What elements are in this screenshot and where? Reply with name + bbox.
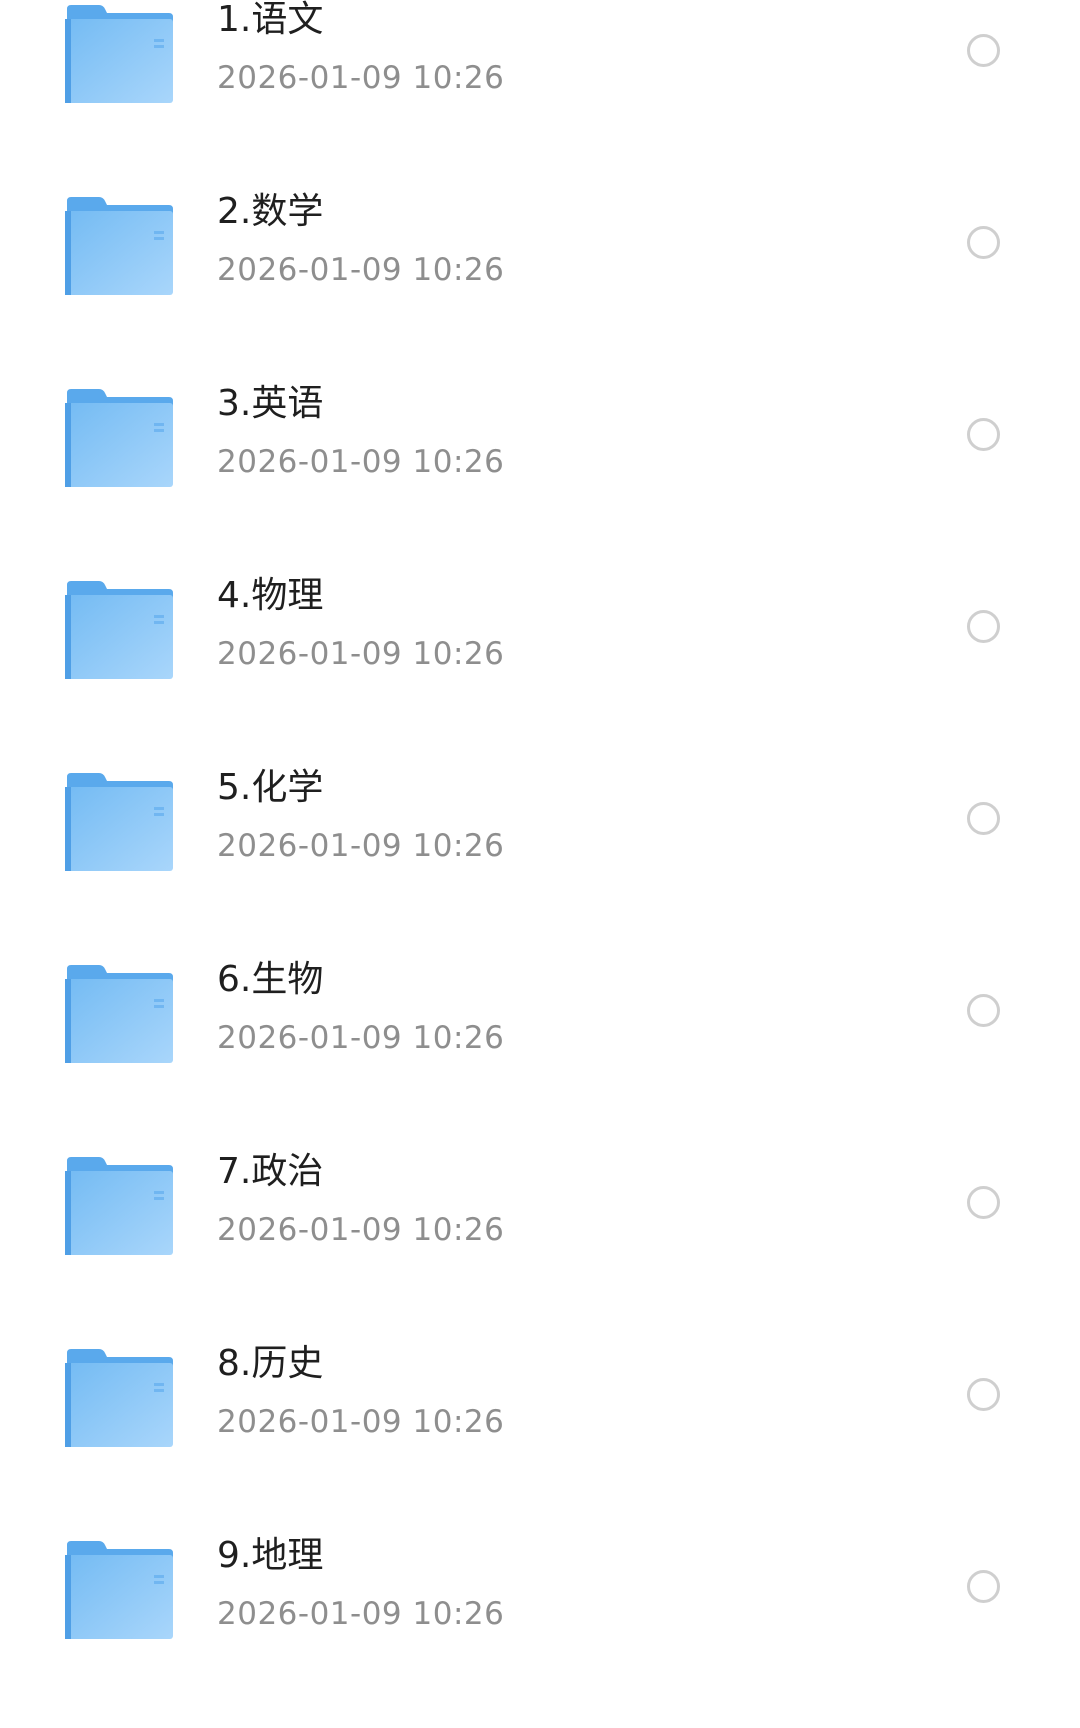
file-name: 1.语文 [217,0,324,40]
file-modified-date: 2026-01-09 10:26 [217,828,505,864]
file-modified-date: 2026-01-09 10:26 [217,252,505,288]
file-list: 1.语文 2026-01-09 10:26 2.数学 2026-01-09 10… [0,0,1080,1660]
file-row[interactable]: 9.地理 2026-01-09 10:26 [0,1535,1080,1728]
file-modified-date: 2026-01-09 10:26 [217,1596,505,1632]
file-row[interactable]: 7.政治 2026-01-09 10:26 [0,1151,1080,1344]
folder-icon [65,773,175,873]
select-radio[interactable] [967,994,1000,1027]
file-modified-date: 2026-01-09 10:26 [217,636,505,672]
file-name: 9.地理 [217,1535,324,1576]
select-radio[interactable] [967,1378,1000,1411]
select-radio[interactable] [967,1570,1000,1603]
select-radio[interactable] [967,610,1000,643]
file-modified-date: 2026-01-09 10:26 [217,60,505,96]
file-row[interactable]: 6.生物 2026-01-09 10:26 [0,959,1080,1152]
select-radio[interactable] [967,1186,1000,1219]
file-name: 7.政治 [217,1151,324,1192]
folder-icon [65,1349,175,1449]
file-row[interactable]: 3.英语 2026-01-09 10:26 [0,383,1080,576]
file-row[interactable]: 1.语文 2026-01-09 10:26 [0,0,1080,192]
file-row[interactable]: 2.数学 2026-01-09 10:26 [0,191,1080,384]
file-row[interactable]: 5.化学 2026-01-09 10:26 [0,767,1080,960]
file-name: 2.数学 [217,191,324,232]
folder-icon [65,5,175,105]
folder-icon [65,1541,175,1641]
file-name: 5.化学 [217,767,324,808]
file-row[interactable]: 8.历史 2026-01-09 10:26 [0,1343,1080,1536]
select-radio[interactable] [967,226,1000,259]
folder-icon [65,1157,175,1257]
select-radio[interactable] [967,34,1000,67]
select-radio[interactable] [967,802,1000,835]
folder-icon [65,197,175,297]
file-modified-date: 2026-01-09 10:26 [217,1020,505,1056]
file-row[interactable]: 4.物理 2026-01-09 10:26 [0,575,1080,768]
file-modified-date: 2026-01-09 10:26 [217,1212,505,1248]
file-name: 8.历史 [217,1343,324,1384]
folder-icon [65,389,175,489]
file-name: 6.生物 [217,959,324,1000]
select-radio[interactable] [967,418,1000,451]
file-name: 3.英语 [217,383,324,424]
file-modified-date: 2026-01-09 10:26 [217,444,505,480]
folder-icon [65,581,175,681]
file-name: 4.物理 [217,575,324,616]
folder-icon [65,965,175,1065]
file-modified-date: 2026-01-09 10:26 [217,1404,505,1440]
